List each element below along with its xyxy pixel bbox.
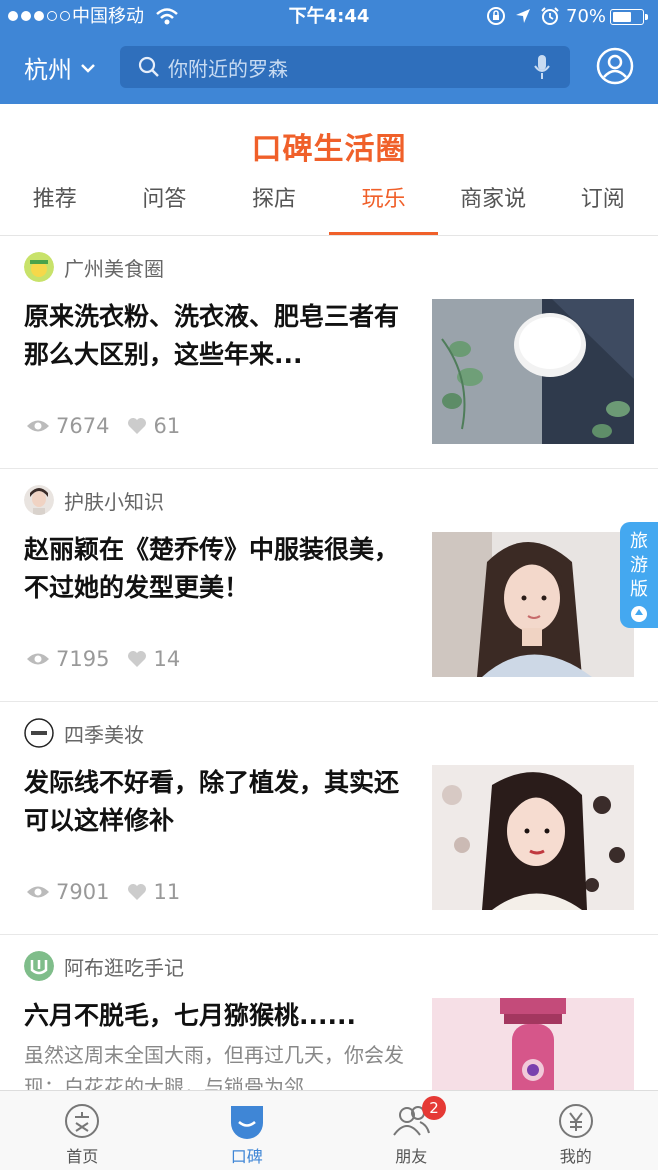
source-name: 四季美妆 (64, 722, 144, 747)
search-icon (138, 56, 159, 77)
view-count: 7674 (56, 414, 110, 438)
views-eye-icon (27, 886, 49, 898)
like-heart-icon[interactable] (127, 883, 147, 901)
article-thumbnail[interactable] (432, 765, 634, 910)
chevron-down-icon (81, 63, 95, 73)
article-title[interactable]: 发际线不好看，除了植发，其实还可以这样修补 (24, 764, 412, 840)
like-count: 14 (153, 647, 181, 671)
top-bar: 中国移动 下午4:44 70% 杭州 你附近的罗森 (0, 0, 658, 104)
travel-edition-label: 旅游版 (630, 531, 648, 600)
bottom-navigation: 首页 口碑 朋友 我的 (0, 1090, 658, 1170)
app-screen: 中国移动 下午4:44 70% 杭州 你附近的罗森 口碑生活圈 推荐 问答 探店… (0, 0, 658, 1170)
brand-title: 口碑生活圈 (251, 132, 407, 167)
alarm-icon (541, 7, 559, 25)
like-heart-icon[interactable] (127, 417, 147, 435)
nav-home-label: 首页 (66, 1147, 99, 1166)
arrow-up-icon (631, 606, 647, 622)
city-label: 杭州 (24, 56, 72, 84)
tab-subscribe[interactable]: 订阅 (548, 168, 658, 235)
article-thumbnail[interactable] (432, 299, 634, 444)
status-icons (486, 6, 560, 26)
article-thumbnail[interactable] (432, 532, 634, 677)
yuan-icon (558, 1104, 593, 1138)
nav-koubei-label: 口碑 (230, 1147, 263, 1166)
source-logo-icon (24, 718, 54, 748)
nav-mine[interactable]: 我的 (494, 1091, 658, 1170)
search-bar[interactable]: 你附近的罗森 (120, 46, 570, 88)
article-title[interactable]: 赵丽颖在《楚乔传》中服装很美，不过她的发型更美！ (24, 531, 412, 607)
article-source[interactable]: 护肤小知识 (24, 485, 164, 515)
tab-recommend[interactable]: 推荐 (0, 168, 110, 235)
article-title[interactable]: 六月不脱毛，七月猕猴桃...... (24, 997, 412, 1035)
like-count: 61 (153, 414, 181, 438)
friends-notification-badge: 2 (422, 1096, 446, 1120)
rotation-lock-icon (487, 7, 505, 25)
article-stats: 7901 11 (26, 880, 180, 904)
views-eye-icon (27, 653, 49, 665)
microphone-icon[interactable] (534, 54, 550, 80)
article-feed: 广州美食圈 原来洗衣粉、洗衣液、肥皂三者有那么大区别，这些年来... 7674 … (0, 236, 658, 1168)
source-logo-icon (24, 252, 54, 282)
source-name: 广州美食圈 (64, 256, 164, 281)
article-card[interactable]: 护肤小知识 赵丽颖在《楚乔传》中服装很美，不过她的发型更美！ 7195 14 (0, 469, 658, 702)
article-card[interactable]: 四季美妆 发际线不好看，除了植发，其实还可以这样修补 7901 11 (0, 702, 658, 935)
nav-mine-label: 我的 (559, 1147, 592, 1166)
source-logo-icon (24, 951, 54, 981)
category-tabs: 推荐 问答 探店 玩乐 商家说 订阅 (0, 168, 658, 236)
article-title[interactable]: 原来洗衣粉、洗衣液、肥皂三者有那么大区别，这些年来... (24, 298, 412, 374)
nav-friends[interactable]: 朋友 (329, 1091, 494, 1170)
travel-edition-button[interactable]: 旅游版 (620, 522, 658, 628)
article-source[interactable]: 四季美妆 (24, 718, 144, 748)
views-eye-icon (27, 420, 49, 432)
city-selector[interactable]: 杭州 (24, 50, 96, 85)
nav-home[interactable]: 首页 (0, 1091, 165, 1170)
source-name: 护肤小知识 (64, 489, 164, 514)
nav-koubei[interactable]: 口碑 (165, 1091, 330, 1170)
article-stats: 7195 14 (26, 647, 180, 671)
like-count: 11 (153, 880, 181, 904)
home-friend-icon (65, 1104, 100, 1138)
source-logo-icon (24, 485, 54, 515)
article-card[interactable]: 广州美食圈 原来洗衣粉、洗衣液、肥皂三者有那么大区别，这些年来... 7674 … (0, 236, 658, 469)
koubei-icon (230, 1106, 263, 1139)
nav-friends-label: 朋友 (395, 1147, 428, 1166)
view-count: 7195 (56, 647, 110, 671)
tab-merchant-talk[interactable]: 商家说 (438, 168, 548, 235)
battery-icon (610, 9, 648, 25)
article-stats: 7674 61 (26, 414, 180, 438)
article-source[interactable]: 阿布逛吃手记 (24, 951, 184, 981)
tab-entertainment[interactable]: 玩乐 (328, 168, 439, 235)
user-profile-icon[interactable] (596, 47, 634, 85)
like-heart-icon[interactable] (127, 650, 147, 668)
article-source[interactable]: 广州美食圈 (24, 252, 164, 282)
tab-explore-store[interactable]: 探店 (219, 168, 329, 235)
location-arrow-icon (516, 9, 530, 23)
view-count: 7901 (56, 880, 110, 904)
tab-qa[interactable]: 问答 (110, 168, 220, 235)
status-bar: 中国移动 下午4:44 70% (0, 0, 658, 34)
search-input[interactable]: 你附近的罗森 (168, 53, 288, 82)
source-name: 阿布逛吃手记 (64, 955, 184, 980)
battery-percent: 70% (566, 6, 607, 27)
